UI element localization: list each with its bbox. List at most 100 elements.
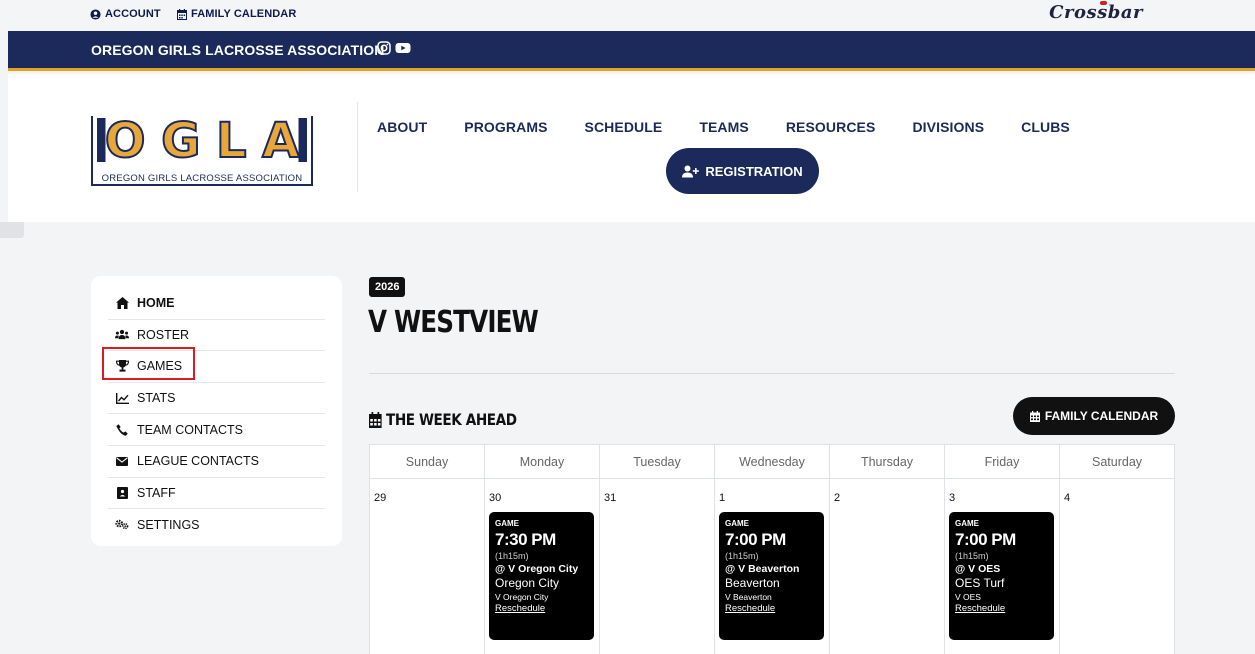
social-links — [377, 41, 411, 55]
date-number: 1 — [719, 492, 726, 504]
sidebar-item-label: HOME — [137, 296, 175, 311]
date-number: 4 — [1064, 492, 1071, 504]
family-calendar-button-label: FAMILY CALENDAR — [1044, 409, 1159, 423]
calendar-day-cell[interactable]: 3 GAME 7:00 PM (1h15m) @ V OES OES Turf … — [945, 479, 1060, 654]
calendar-day-cell[interactable]: 1 GAME 7:00 PM (1h15m) @ V Beaverton Bea… — [715, 479, 830, 654]
event-duration: (1h15m) — [955, 551, 989, 561]
calendar-day-cell[interactable]: 2 — [830, 479, 945, 654]
event-opponent: @ V OES — [955, 563, 1001, 575]
nav-teams[interactable]: TEAMS — [699, 119, 749, 135]
event-type: GAME — [955, 519, 979, 528]
nav-clubs[interactable]: CLUBS — [1021, 119, 1070, 135]
collapsed-tab[interactable] — [0, 222, 24, 238]
day-header: Tuesday — [600, 445, 715, 478]
nav-resources[interactable]: RESOURCES — [786, 119, 876, 135]
site-header: OGLA OREGON GIRLS LACROSSE ASSOCIATION A… — [8, 74, 1255, 222]
account-label: ACCOUNT — [105, 8, 161, 20]
day-header: Monday — [485, 445, 600, 478]
games-highlight-box — [102, 347, 195, 380]
nav-divisions[interactable]: DIVISIONS — [912, 119, 984, 135]
family-calendar-button[interactable]: FAMILY CALENDAR — [1013, 397, 1175, 435]
reschedule-link[interactable]: Reschedule — [725, 603, 775, 614]
event-team: V OES — [955, 592, 981, 602]
date-number: 29 — [374, 492, 387, 504]
event-location: Beaverton — [725, 576, 780, 590]
week-ahead-label: THE WEEK AHEAD — [386, 410, 517, 429]
calendar-day-cell[interactable]: 4 — [1060, 479, 1174, 654]
home-icon — [115, 297, 129, 310]
reschedule-link[interactable]: Reschedule — [495, 603, 545, 614]
game-event-card[interactable]: GAME 7:00 PM (1h15m) @ V Beaverton Beave… — [719, 512, 824, 640]
week-calendar: Sunday Monday Tuesday Wednesday Thursday… — [369, 444, 1175, 654]
date-number: 3 — [949, 492, 956, 504]
sidebar-item-settings[interactable]: SETTINGS — [108, 509, 325, 541]
logo-caption: OREGON GIRLS LACROSSE ASSOCIATION — [93, 173, 311, 184]
id-badge-icon — [115, 486, 129, 499]
day-header: Friday — [945, 445, 1060, 478]
event-type: GAME — [495, 519, 519, 528]
sidebar-item-home[interactable]: HOME — [108, 288, 325, 320]
event-opponent: @ V Oregon City — [495, 563, 579, 575]
day-header: Thursday — [830, 445, 945, 478]
event-time: 7:00 PM — [955, 530, 1016, 549]
youtube-icon[interactable] — [395, 41, 411, 55]
sidebar-item-label: SETTINGS — [137, 517, 200, 532]
nav-programs[interactable]: PROGRAMS — [464, 119, 547, 135]
association-bar: OREGON GIRLS LACROSSE ASSOCIATION — [8, 31, 1255, 71]
nav-about[interactable]: ABOUT — [377, 119, 427, 135]
event-time: 7:30 PM — [495, 530, 556, 549]
game-event-card[interactable]: GAME 7:00 PM (1h15m) @ V OES OES Turf V … — [949, 512, 1054, 640]
game-event-card[interactable]: GAME 7:30 PM (1h15m) @ V Oregon City Ore… — [489, 512, 594, 640]
calendar-day-cell[interactable]: 29 — [370, 479, 485, 654]
user-plus-icon — [682, 165, 700, 177]
title-divider — [369, 373, 1175, 374]
date-number: 30 — [489, 492, 502, 504]
nav-schedule[interactable]: SCHEDULE — [585, 119, 663, 135]
header-divider — [357, 102, 358, 192]
calendar-icon — [369, 411, 382, 428]
sidebar-item-label: ROSTER — [137, 327, 190, 342]
sidebar-item-staff[interactable]: STAFF — [108, 478, 325, 510]
calendar-week-row: 29 30 GAME 7:30 PM (1h15m) @ V Oregon Ci… — [370, 479, 1174, 654]
event-team: V Beaverton — [725, 592, 772, 602]
sidebar-item-stats[interactable]: STATS — [108, 383, 325, 415]
association-name[interactable]: OREGON GIRLS LACROSSE ASSOCIATION — [91, 42, 384, 58]
crossbar-logo-text: Crossbar — [1049, 2, 1143, 23]
calendar-icon — [1029, 410, 1040, 422]
reschedule-link[interactable]: Reschedule — [955, 603, 1005, 614]
day-header: Saturday — [1091, 454, 1143, 469]
event-location: Oregon City — [495, 576, 560, 590]
date-number: 31 — [604, 492, 617, 504]
day-header: Sunday — [370, 445, 485, 478]
phone-icon — [115, 423, 129, 436]
registration-button[interactable]: REGISTRATION — [666, 148, 819, 194]
event-type: GAME — [725, 519, 749, 528]
instagram-icon[interactable] — [377, 41, 391, 55]
event-duration: (1h15m) — [725, 551, 759, 561]
ogla-logo[interactable]: OGLA OREGON GIRLS LACROSSE ASSOCIATION — [91, 116, 313, 186]
cogs-icon — [115, 519, 129, 530]
season-year-badge: 2026 — [369, 277, 406, 297]
date-number: 2 — [834, 492, 841, 504]
logo-letters: OGLA — [97, 116, 307, 166]
team-sidebar: HOME ROSTER GAMES STATS TEAM CONTACTS LE… — [91, 276, 342, 546]
sidebar-item-league-contacts[interactable]: LEAGUE CONTACTS — [108, 446, 325, 478]
calendar-day-cell[interactable]: 30 GAME 7:30 PM (1h15m) @ V Oregon City … — [485, 479, 600, 654]
calendar-day-cell[interactable]: 31 — [600, 479, 715, 654]
sidebar-item-label: STATS — [137, 391, 176, 406]
sidebar-item-label: STAFF — [137, 485, 176, 500]
main-nav: ABOUT PROGRAMS SCHEDULE TEAMS RESOURCES … — [377, 119, 1107, 135]
users-icon — [115, 329, 129, 340]
account-link[interactable]: ACCOUNT — [90, 8, 161, 20]
family-calendar-link[interactable]: FAMILY CALENDAR — [177, 8, 296, 20]
envelope-icon — [115, 456, 129, 466]
sidebar-item-label: TEAM CONTACTS — [137, 422, 244, 437]
crossbar-logo[interactable]: Crossbar — [1049, 1, 1143, 23]
page-title: V WESTVIEW — [368, 305, 539, 340]
family-calendar-label: FAMILY CALENDAR — [191, 8, 297, 20]
sidebar-item-team-contacts[interactable]: TEAM CONTACTS — [108, 414, 325, 446]
utility-bar: ACCOUNT FAMILY CALENDAR Crossbar — [0, 0, 1255, 31]
event-location: OES Turf — [955, 576, 1005, 590]
user-circle-icon — [90, 8, 101, 20]
event-duration: (1h15m) — [495, 551, 529, 561]
